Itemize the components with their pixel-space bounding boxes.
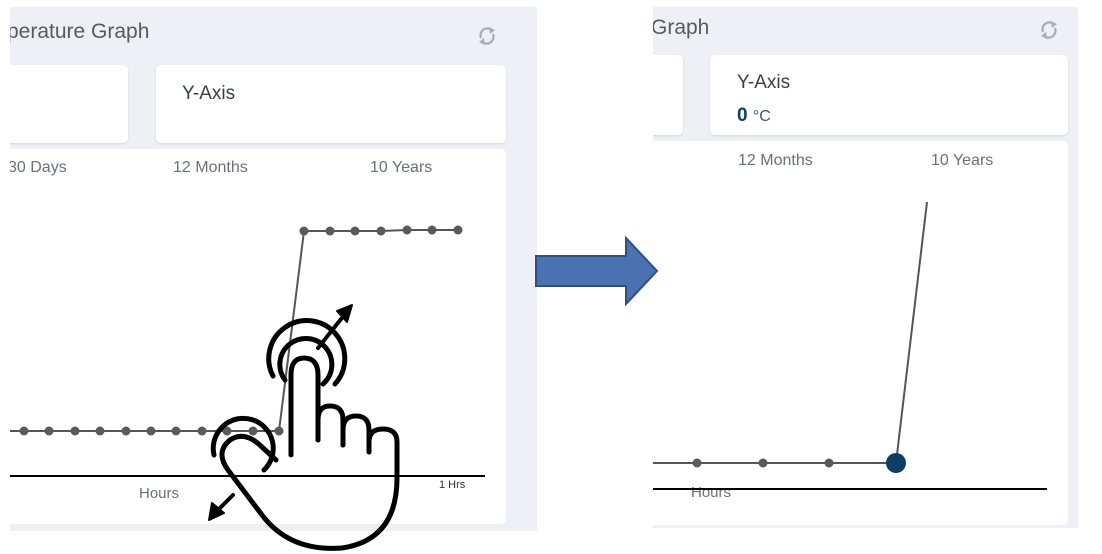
- overlay: [10, 201, 1047, 551]
- data-point: [171, 426, 181, 436]
- data-point: [758, 458, 768, 468]
- series-line: [653, 201, 928, 464]
- data-point: [376, 226, 386, 236]
- selected-data-point: [886, 453, 906, 473]
- data-point: [299, 226, 309, 236]
- data-point: [453, 225, 463, 235]
- data-point: [248, 426, 258, 436]
- data-point: [19, 426, 29, 436]
- series-line: [10, 229, 458, 432]
- data-point: [146, 426, 156, 436]
- data-point: [44, 426, 54, 436]
- pinch-zoom-hand-icon: [208, 304, 400, 551]
- data-point: [121, 426, 131, 436]
- data-point: [824, 458, 834, 468]
- data-point: [402, 225, 412, 235]
- data-point: [692, 458, 702, 468]
- data-point: [274, 426, 284, 436]
- data-point: [197, 426, 207, 436]
- data-point: [95, 426, 105, 436]
- right-arrow: [535, 235, 659, 307]
- data-point: [70, 426, 80, 436]
- right-plot: [653, 201, 1047, 490]
- data-point: [350, 226, 360, 236]
- data-point: [325, 226, 335, 236]
- data-point: [427, 225, 437, 235]
